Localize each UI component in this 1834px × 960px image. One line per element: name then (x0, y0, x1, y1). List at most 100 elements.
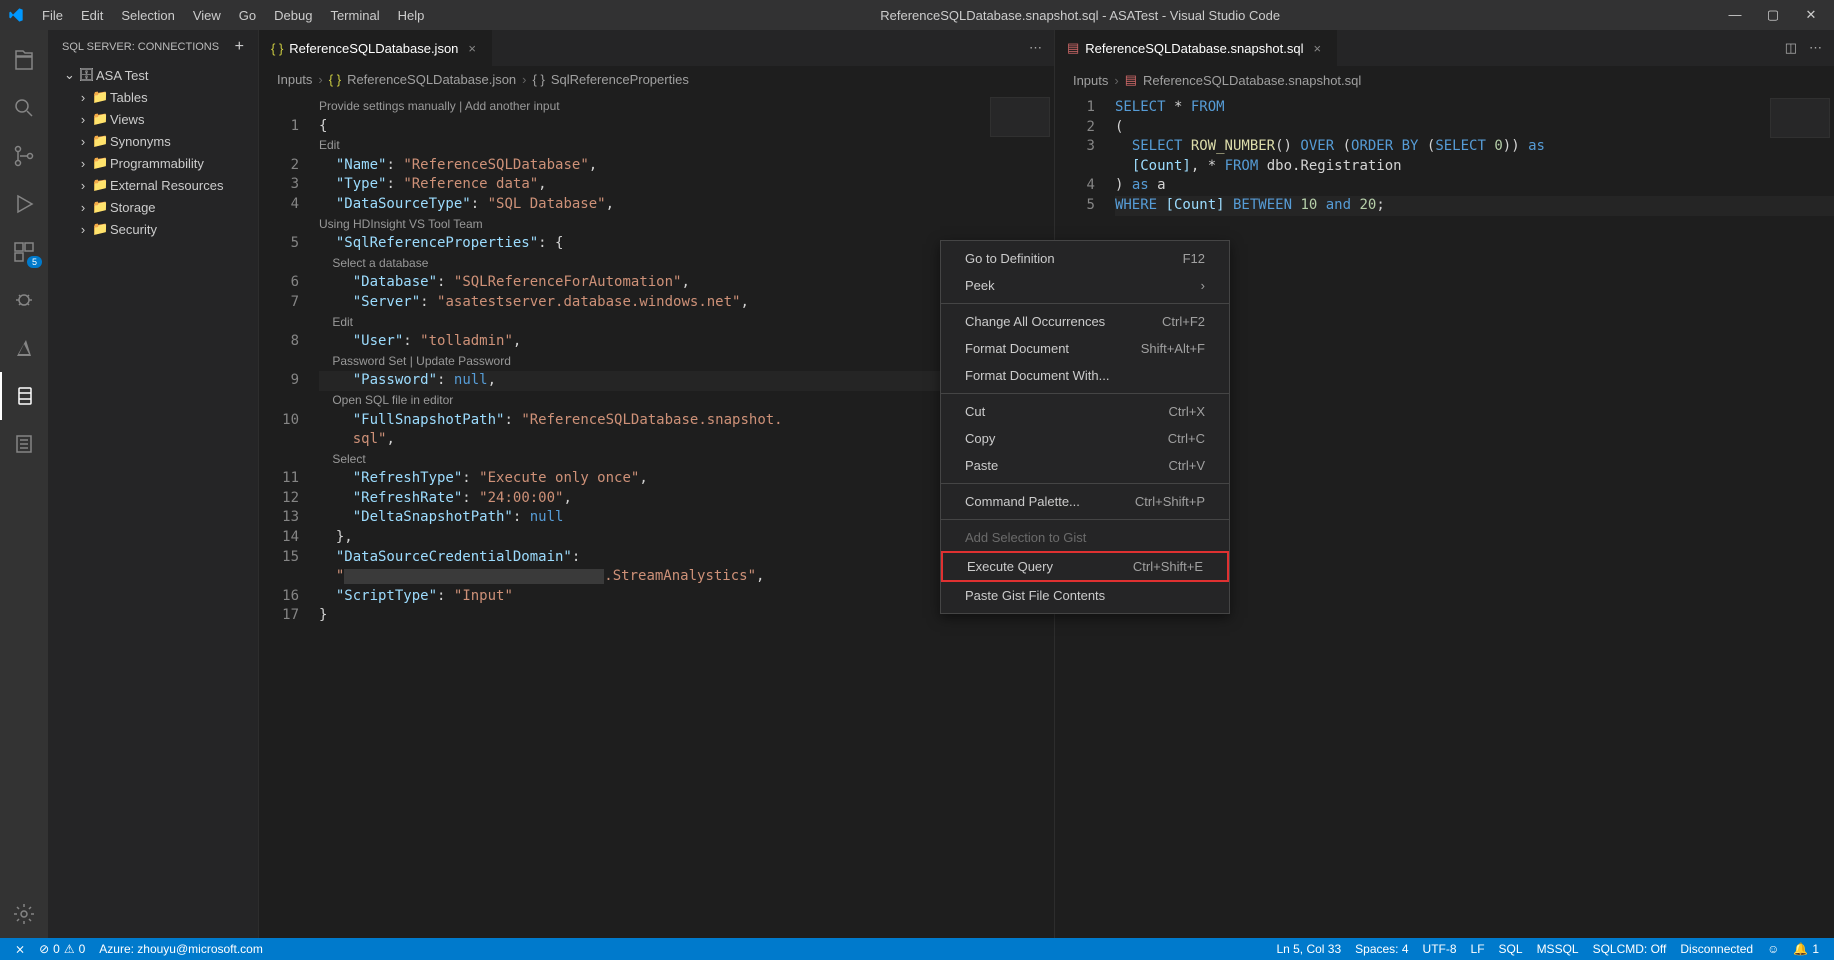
context-menu-item: Add Selection to Gist (941, 524, 1229, 551)
folder-icon: 📁 (92, 199, 106, 215)
menu-selection[interactable]: Selection (113, 4, 182, 27)
status-notifications[interactable]: 🔔1 (1786, 938, 1826, 960)
tree-item-label: Storage (110, 200, 156, 215)
breadcrumb-part[interactable]: Inputs (1073, 73, 1108, 88)
tree-item[interactable]: ›📁External Resources (70, 174, 258, 196)
azure-icon[interactable] (0, 324, 48, 372)
menu-view[interactable]: View (185, 4, 229, 27)
context-menu-item[interactable]: Change All OccurrencesCtrl+F2 (941, 308, 1229, 335)
status-spaces[interactable]: Spaces: 4 (1348, 938, 1415, 960)
search-icon[interactable] (0, 84, 48, 132)
gear-icon[interactable] (0, 890, 48, 938)
status-azure[interactable]: Azure: zhouyu@microsoft.com (92, 938, 270, 960)
context-menu-item[interactable]: Format Document With... (941, 362, 1229, 389)
connection-tree: ⌄ 🗄 ASA Test ›📁Tables›📁Views›📁Synonyms›📁… (48, 64, 258, 240)
breadcrumbs-right[interactable]: Inputs › ▤ ReferenceSQLDatabase.snapshot… (1055, 66, 1834, 94)
tree-item-label: Tables (110, 90, 148, 105)
close-tab-icon[interactable]: × (1310, 41, 1326, 56)
menu-go[interactable]: Go (231, 4, 264, 27)
folder-icon: 📁 (92, 221, 106, 237)
tabs-right: ▤ ReferenceSQLDatabase.snapshot.sql × ◫ … (1055, 30, 1834, 66)
context-menu-item[interactable]: Peek› (941, 272, 1229, 299)
close-icon[interactable]: ✕ (1804, 7, 1818, 23)
brace-icon: { } (533, 72, 545, 87)
tab-sql-label: ReferenceSQLDatabase.snapshot.sql (1085, 41, 1303, 56)
status-mssql[interactable]: MSSQL (1530, 938, 1586, 960)
minimap[interactable] (1770, 98, 1830, 138)
context-menu-item[interactable]: Format DocumentShift+Alt+F (941, 335, 1229, 362)
status-feedback[interactable]: ☺ (1760, 938, 1786, 960)
activity-bar: 5 (0, 30, 48, 938)
tab-json[interactable]: { } ReferenceSQLDatabase.json × (259, 30, 493, 66)
context-menu-item[interactable]: PasteCtrl+V (941, 452, 1229, 479)
server-icon: 🗄 (78, 67, 92, 83)
status-language[interactable]: SQL (1492, 938, 1530, 960)
status-encoding[interactable]: UTF-8 (1416, 938, 1464, 960)
tree-item[interactable]: ›📁Programmability (70, 152, 258, 174)
tab-sql[interactable]: ▤ ReferenceSQLDatabase.snapshot.sql × (1055, 30, 1338, 66)
menu-file[interactable]: File (34, 4, 71, 27)
menu-edit[interactable]: Edit (73, 4, 111, 27)
tree-item[interactable]: ›📁Security (70, 218, 258, 240)
tree-item-label: Programmability (110, 156, 204, 171)
status-cursor[interactable]: Ln 5, Col 33 (1269, 938, 1348, 960)
maximize-icon[interactable]: ▢ (1766, 7, 1780, 23)
status-problems[interactable]: ⊘0 ⚠0 (32, 938, 92, 960)
explorer-icon[interactable] (0, 36, 48, 84)
bug-icon[interactable] (0, 276, 48, 324)
tree-item-label: Views (110, 112, 144, 127)
tree-item[interactable]: ›📁Storage (70, 196, 258, 218)
menu-help[interactable]: Help (390, 4, 433, 27)
tree-item[interactable]: ›📁Tables (70, 86, 258, 108)
breadcrumbs-left[interactable]: Inputs › { } ReferenceSQLDatabase.json ›… (259, 66, 1054, 93)
context-menu-item[interactable]: CutCtrl+X (941, 398, 1229, 425)
sidebar-header: SQL SERVER: CONNECTIONS + (48, 30, 258, 64)
notebook-icon[interactable] (0, 420, 48, 468)
editor-group-left: { } ReferenceSQLDatabase.json × ⋯ Inputs… (258, 30, 1054, 938)
sidebar: SQL SERVER: CONNECTIONS + ⌄ 🗄 ASA Test ›… (48, 30, 258, 938)
extensions-icon[interactable]: 5 (0, 228, 48, 276)
minimap[interactable] (990, 97, 1050, 137)
context-menu-item[interactable]: Paste Gist File Contents (941, 582, 1229, 609)
gutter: 1234567891011121314151617 (259, 93, 319, 938)
more-actions-icon[interactable]: ⋯ (1809, 40, 1822, 56)
source-control-icon[interactable] (0, 132, 48, 180)
debug-and-run-icon[interactable] (0, 180, 48, 228)
tree-root[interactable]: ⌄ 🗄 ASA Test (56, 64, 258, 86)
tab-actions-left: ⋯ (1017, 40, 1054, 56)
breadcrumb-part[interactable]: ReferenceSQLDatabase.json (347, 72, 516, 87)
sidebar-title: SQL SERVER: CONNECTIONS (62, 41, 219, 53)
tree-item-label: Synonyms (110, 134, 171, 149)
breadcrumb-part[interactable]: SqlReferenceProperties (551, 72, 689, 87)
menu-debug[interactable]: Debug (266, 4, 320, 27)
context-menu-item[interactable]: Go to DefinitionF12 (941, 245, 1229, 272)
database-icon[interactable] (0, 372, 48, 420)
context-menu: Go to DefinitionF12Peek› Change All Occur… (940, 240, 1230, 614)
tree-item[interactable]: ›📁Synonyms (70, 130, 258, 152)
sql-file-icon: ▤ (1067, 40, 1079, 56)
folder-icon: 📁 (92, 89, 106, 105)
remote-indicator[interactable]: ⨯ (8, 938, 32, 960)
window-title: ReferenceSQLDatabase.snapshot.sql - ASAT… (432, 8, 1728, 23)
minimize-icon[interactable]: — (1728, 7, 1742, 23)
split-editor-icon[interactable]: ◫ (1785, 40, 1797, 56)
close-tab-icon[interactable]: × (464, 41, 480, 56)
window-controls: — ▢ ✕ (1728, 7, 1826, 23)
breadcrumb-part[interactable]: Inputs (277, 72, 312, 87)
add-connection-icon[interactable]: + (235, 38, 244, 56)
status-connection[interactable]: Disconnected (1673, 938, 1760, 960)
more-actions-icon[interactable]: ⋯ (1029, 40, 1042, 56)
title-bar: FileEditSelectionViewGoDebugTerminalHelp… (0, 0, 1834, 30)
vscode-logo-icon (8, 7, 24, 23)
context-menu-item[interactable]: CopyCtrl+C (941, 425, 1229, 452)
status-eol[interactable]: LF (1464, 938, 1492, 960)
context-menu-item[interactable]: Execute QueryCtrl+Shift+E (941, 551, 1229, 582)
menu-terminal[interactable]: Terminal (322, 4, 387, 27)
tree-item[interactable]: ›📁Views (70, 108, 258, 130)
breadcrumb-part[interactable]: ReferenceSQLDatabase.snapshot.sql (1143, 73, 1361, 88)
code-area-left[interactable]: 1234567891011121314151617 Provide settin… (259, 93, 1054, 938)
tree-item-label: Security (110, 222, 157, 237)
status-sqlcmd[interactable]: SQLCMD: Off (1586, 938, 1674, 960)
context-menu-item[interactable]: Command Palette...Ctrl+Shift+P (941, 488, 1229, 515)
tab-actions-right: ◫ ⋯ (1773, 40, 1834, 56)
